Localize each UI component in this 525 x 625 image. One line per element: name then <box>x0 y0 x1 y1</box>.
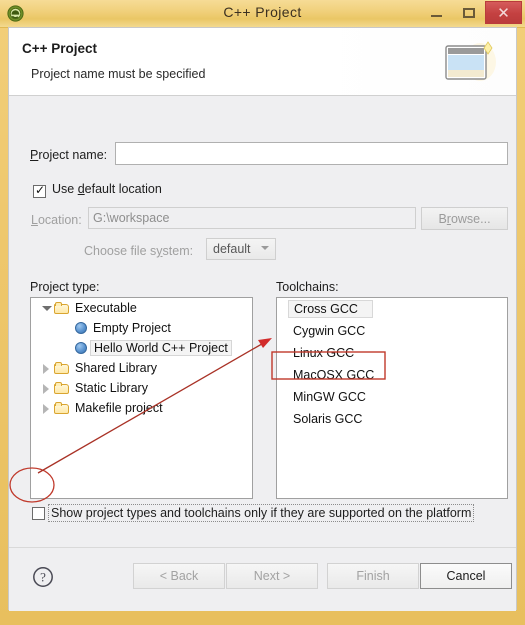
project-type-label: Project type: <box>30 280 100 294</box>
toolchains-label: Toolchains: <box>276 280 339 294</box>
cancel-button[interactable]: Cancel <box>420 563 512 589</box>
toolchains-list[interactable]: Cross GCC Cygwin GCC Linux GCC MacOSX GCC Mi… <box>276 297 508 499</box>
maximize-icon <box>453 1 484 24</box>
dialog-header: C++ Project Project name must be specifi… <box>9 28 516 96</box>
toolchain-item-label: Cross GCC <box>288 300 373 318</box>
toolchain-item[interactable]: Solaris GCC <box>277 408 507 430</box>
dialog-content: Project name: ✓ Use default location Loc… <box>9 97 516 547</box>
folder-icon <box>54 401 70 415</box>
back-button[interactable]: < Back <box>133 563 225 589</box>
tree-item-label: Empty Project <box>93 321 171 335</box>
folder-icon <box>54 361 70 375</box>
tree-item[interactable]: Hello World C++ Project <box>31 338 252 358</box>
browse-button[interactable]: Browse... <box>421 207 508 230</box>
toolchain-item[interactable]: Cross GCC <box>277 298 507 320</box>
close-button[interactable]: ✕ <box>485 1 522 24</box>
project-name-input[interactable] <box>115 142 508 165</box>
folder-icon <box>54 301 70 315</box>
toolchain-item[interactable]: Cygwin GCC <box>277 320 507 342</box>
help-icon[interactable]: ? <box>32 566 54 588</box>
minimize-icon <box>421 1 452 24</box>
chevron-down-icon <box>261 246 269 250</box>
tree-item-label: Executable <box>75 301 137 315</box>
dot-icon <box>75 342 87 354</box>
location-input[interactable] <box>88 207 416 229</box>
filesystem-label: Choose file system: <box>84 244 194 258</box>
toolchain-item[interactable]: MacOSX GCC <box>277 364 507 386</box>
twisty-expanded-icon[interactable] <box>39 302 52 315</box>
use-default-location-label[interactable]: Use default location <box>52 182 162 196</box>
twisty-collapsed-icon[interactable] <box>39 402 52 415</box>
toolchain-item-label: MinGW GCC <box>293 390 366 404</box>
tree-item[interactable]: Makefile project <box>31 398 252 418</box>
close-icon: ✕ <box>497 3 510 22</box>
tree-item[interactable]: Executable <box>31 298 252 318</box>
tree-item-label: Static Library <box>75 381 148 395</box>
page-subtitle: Project name must be specified <box>31 67 206 81</box>
tree-item[interactable]: Static Library <box>31 378 252 398</box>
finish-button[interactable]: Finish <box>327 563 419 589</box>
cpp-project-wizard-window: C++ Project ✕ C++ Project Project name m… <box>0 0 525 625</box>
minimize-button[interactable] <box>421 1 452 24</box>
project-name-label: Project name: <box>30 148 108 162</box>
folder-icon <box>54 381 70 395</box>
tree-item-label: Shared Library <box>75 361 157 375</box>
toolchain-item-label: Linux GCC <box>293 346 355 360</box>
use-default-location-checkbox[interactable]: ✓ <box>33 183 46 198</box>
next-button[interactable]: Next > <box>226 563 318 589</box>
toolchain-item-label: MacOSX GCC <box>293 368 375 382</box>
cpp-project-wizard-icon <box>440 36 500 88</box>
show-supported-label[interactable]: Show project types and toolchains only i… <box>48 504 475 522</box>
filesystem-select[interactable]: default <box>206 238 276 260</box>
project-type-tree[interactable]: Executable Empty Project Hello World C++ P… <box>30 297 253 499</box>
checkmark-icon: ✓ <box>35 183 46 197</box>
toolchain-item-label: Solaris GCC <box>293 412 363 426</box>
show-supported-checkbox[interactable] <box>32 507 45 520</box>
toolchain-item[interactable]: Linux GCC <box>277 342 507 364</box>
tree-item[interactable]: Empty Project <box>31 318 252 338</box>
svg-text:?: ? <box>40 570 46 585</box>
tree-item-label: Makefile project <box>75 401 163 415</box>
twisty-collapsed-icon[interactable] <box>39 382 52 395</box>
dot-icon <box>75 322 87 334</box>
title-bar: C++ Project ✕ <box>0 0 525 28</box>
tree-item-label: Hello World C++ Project <box>90 340 232 356</box>
twisty-collapsed-icon[interactable] <box>39 362 52 375</box>
maximize-button[interactable] <box>453 1 484 24</box>
button-bar: ? < Back Next > Finish Cancel <box>9 547 516 611</box>
toolchain-item-label: Cygwin GCC <box>293 324 366 338</box>
tree-item[interactable]: Shared Library <box>31 358 252 378</box>
dialog-body: C++ Project Project name must be specifi… <box>8 27 517 611</box>
page-title: C++ Project <box>22 41 98 56</box>
toolchain-item[interactable]: MinGW GCC <box>277 386 507 408</box>
location-label: Location: <box>31 213 82 227</box>
filesystem-value: default <box>213 242 251 256</box>
